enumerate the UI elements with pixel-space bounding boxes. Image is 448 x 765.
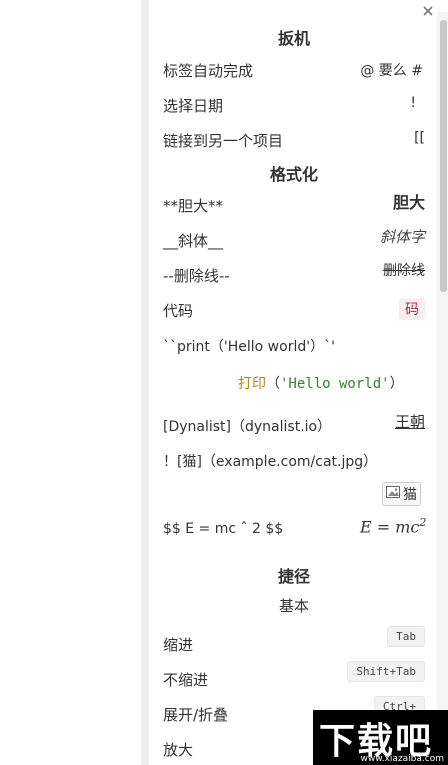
triggers-heading: 扳机 bbox=[277, 29, 310, 48]
shortcuts-heading: 捷径 bbox=[277, 567, 310, 586]
close-icon[interactable] bbox=[420, 3, 436, 19]
trigger-tag-autocomplete-label: 标签自动完成 bbox=[163, 62, 254, 80]
code-block-preview: 打印（'Hello world'） bbox=[238, 373, 404, 393]
shortcut-indent-key: Tab bbox=[387, 626, 425, 647]
code-paren-open: （ bbox=[266, 376, 280, 392]
shortcut-zoom-label: 放大 bbox=[163, 741, 194, 759]
code-block-syntax: ``print（'Hello world'）`' bbox=[163, 339, 335, 355]
shortcut-toggle-label: 展开/折叠 bbox=[163, 706, 229, 724]
shortcut-indent-label: 缩进 bbox=[163, 636, 194, 654]
latex-exponent: 2 bbox=[419, 516, 427, 529]
bold-syntax: **胆大** bbox=[163, 197, 224, 215]
latex-base: E = mc bbox=[360, 517, 420, 537]
watermark-url: www.xiazaiba.com bbox=[360, 754, 444, 764]
link-syntax: [Dynalist]（dynalist.io） bbox=[163, 419, 332, 435]
code-paren-close: ） bbox=[389, 376, 404, 392]
image-preview: 猫 bbox=[382, 482, 421, 506]
image-icon bbox=[386, 486, 400, 502]
scrollbar-thumb[interactable] bbox=[440, 20, 447, 292]
latex-preview: E = mc2 bbox=[360, 516, 426, 536]
trigger-link-value: [[ bbox=[414, 130, 425, 146]
image-syntax: ！[猫]（example.com/cat.jpg） bbox=[163, 454, 378, 470]
trigger-link-label: 链接到另一个项目 bbox=[163, 132, 284, 150]
strike-preview: 删除线 bbox=[383, 263, 425, 279]
bold-preview: 胆大 bbox=[392, 193, 425, 212]
shortcuts-subheading: 基本 bbox=[278, 597, 309, 615]
link-preview[interactable]: 王朝 bbox=[395, 411, 425, 432]
watermark-logo: 下载吧 www.xiazaiba.com bbox=[313, 710, 448, 765]
code-string: 'Hello world' bbox=[280, 376, 390, 392]
formatting-heading: 格式化 bbox=[269, 165, 318, 184]
left-background bbox=[0, 0, 141, 765]
shortcut-unindent-label: 不缩进 bbox=[163, 671, 209, 689]
panel-divider bbox=[141, 0, 149, 765]
trigger-date-value: ! bbox=[410, 95, 416, 111]
trigger-date-label: 选择日期 bbox=[163, 97, 224, 115]
trigger-tag-autocomplete-value: @ 要么 # bbox=[360, 63, 423, 79]
image-preview-label: 猫 bbox=[403, 487, 417, 503]
code-preview: 码 bbox=[399, 298, 425, 320]
code-keyword: 打印 bbox=[238, 376, 266, 392]
shortcut-unindent-key: Shift+Tab bbox=[347, 661, 425, 682]
strike-syntax: --删除线-- bbox=[163, 267, 230, 285]
italic-syntax: __斜体__ bbox=[163, 232, 224, 250]
latex-syntax: $$ E = mc ˆ 2 $$ bbox=[163, 521, 284, 537]
italic-preview: 斜体字 bbox=[379, 228, 425, 246]
code-label: 代码 bbox=[163, 302, 194, 320]
